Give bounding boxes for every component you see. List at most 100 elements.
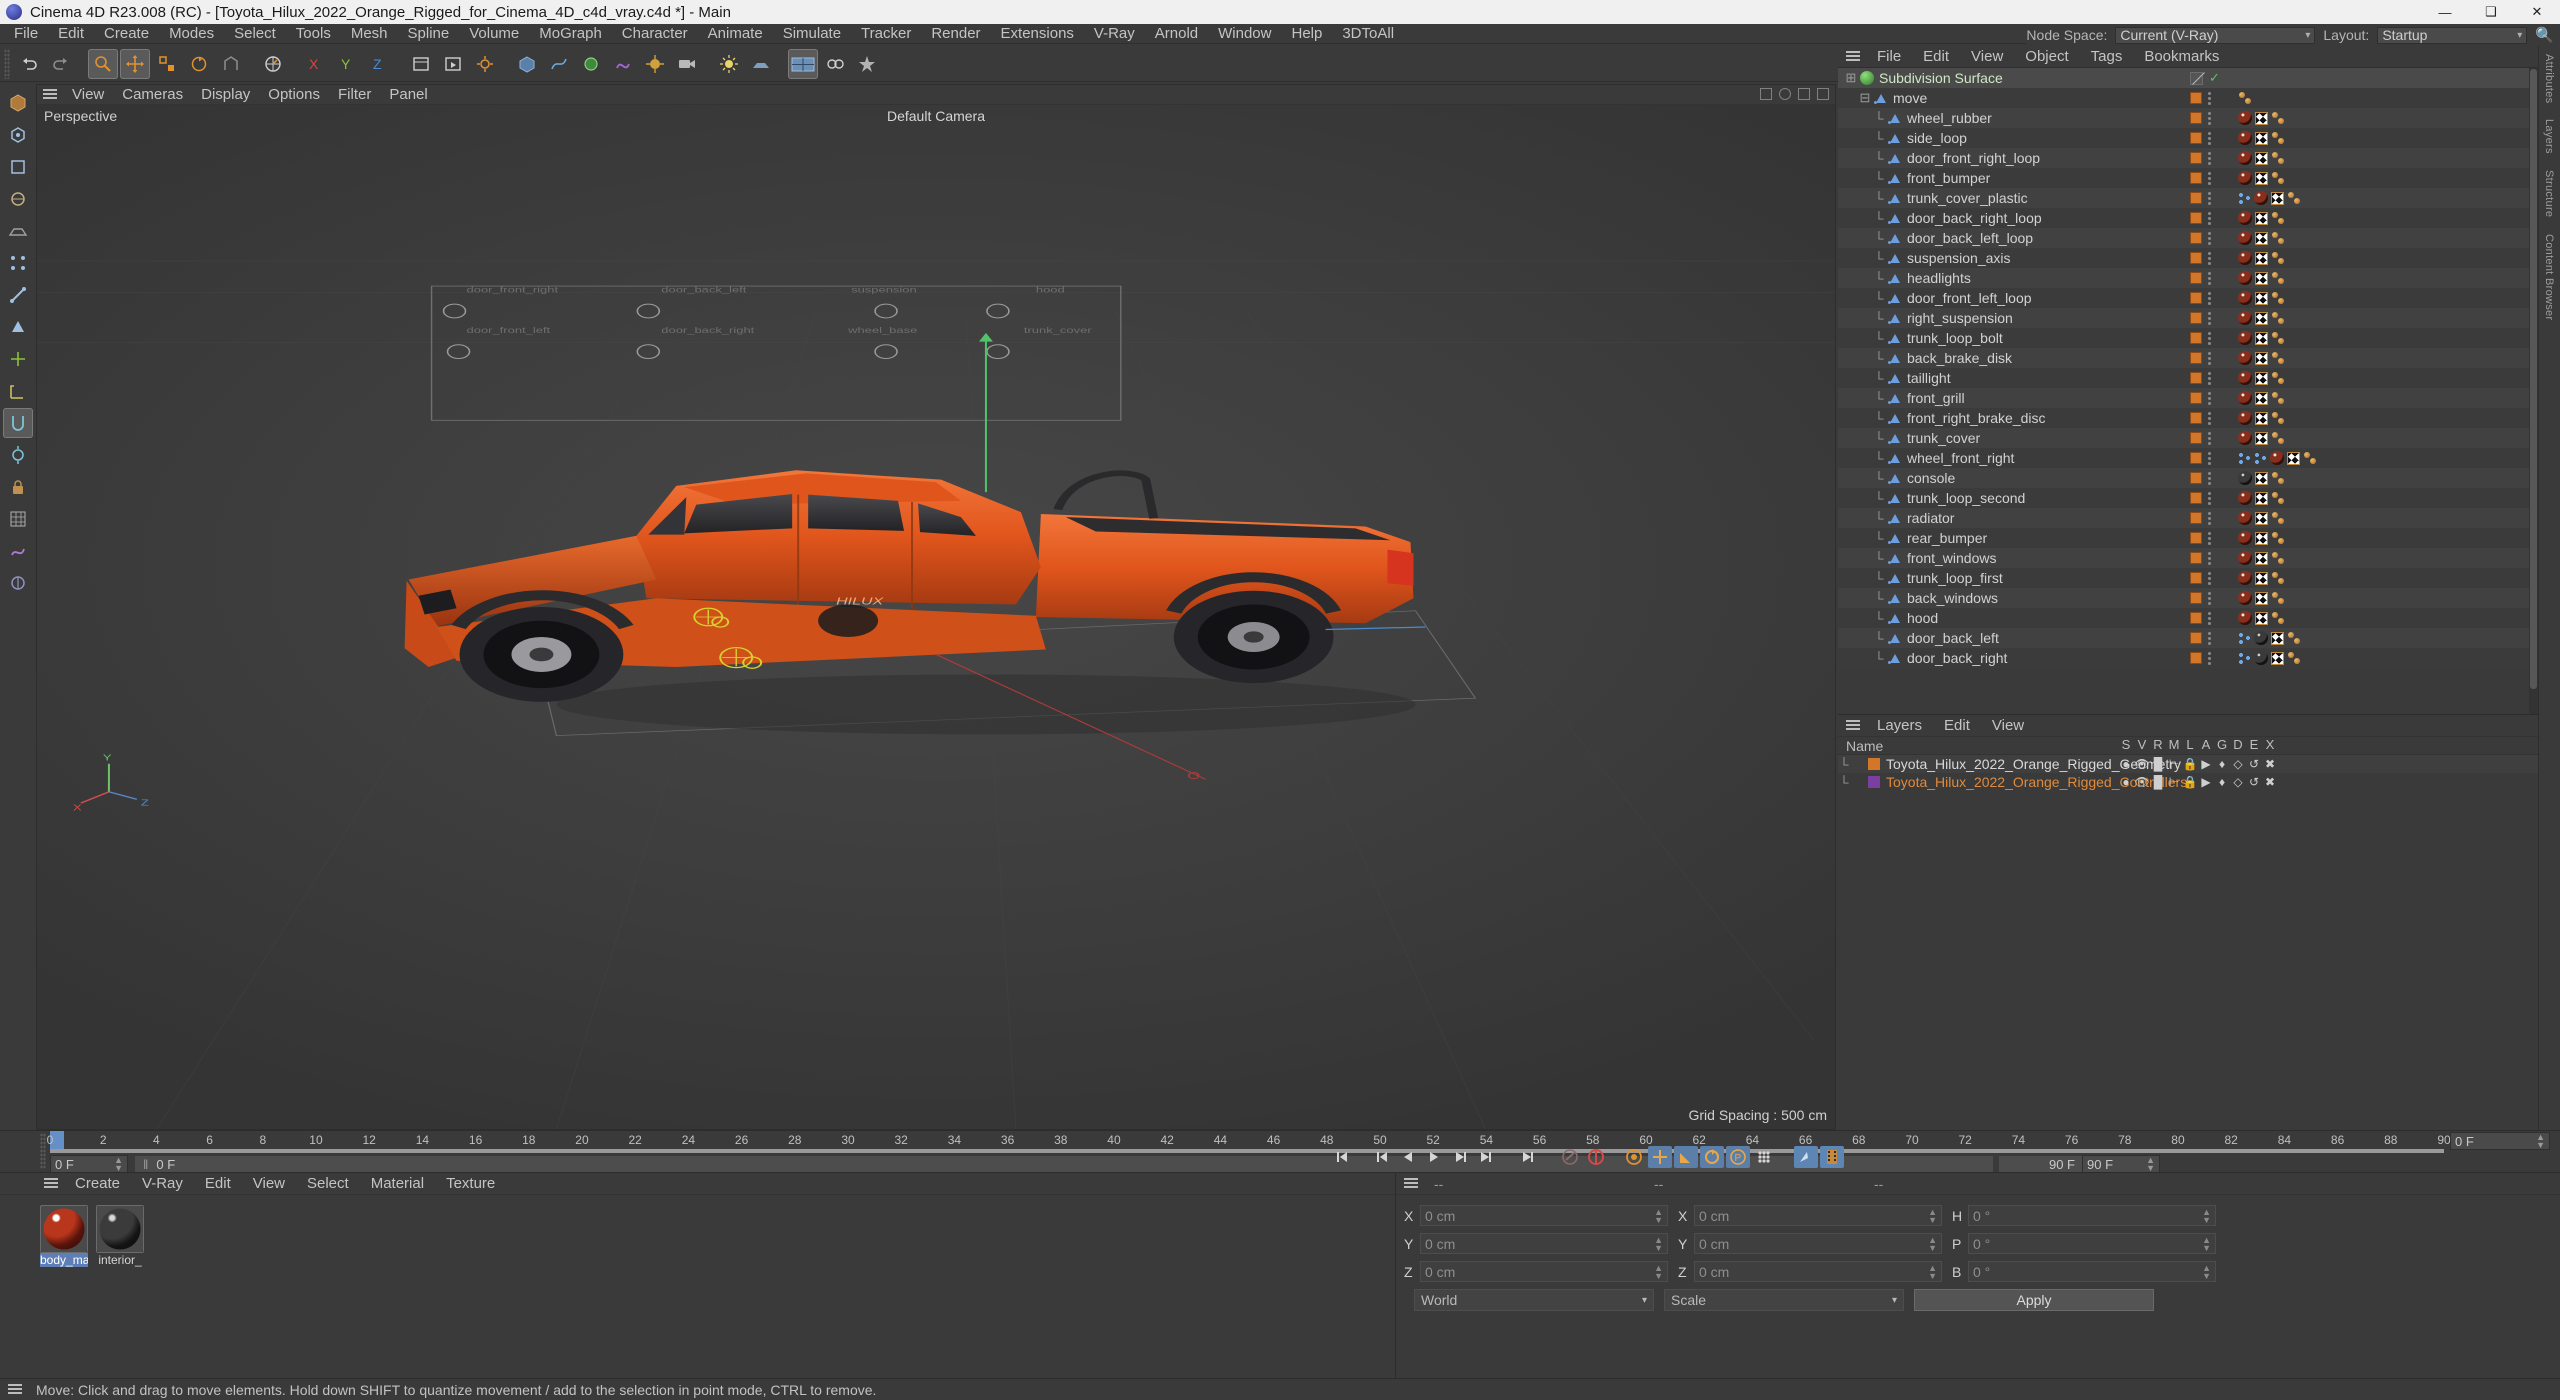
material-tag[interactable] [2238, 331, 2252, 345]
phong-tag[interactable] [2271, 491, 2286, 505]
phong-tag[interactable] [2271, 211, 2286, 225]
menu-mograph[interactable]: MoGraph [529, 24, 612, 44]
material-tag[interactable] [2238, 391, 2252, 405]
key-rotation-button[interactable] [1700, 1146, 1724, 1168]
menu-spline[interactable]: Spline [398, 24, 460, 44]
solo-dot-icon[interactable]: ● [2118, 757, 2134, 771]
undo-button[interactable] [14, 49, 44, 79]
spinner-icon[interactable]: ▲ ▼ [2202, 1235, 2211, 1252]
mm-menu-edit[interactable]: Edit [194, 1175, 242, 1192]
viewport-layout-button[interactable] [788, 48, 818, 79]
uvw-tag[interactable] [2255, 571, 2268, 585]
polygons-mode-button[interactable] [3, 312, 33, 342]
phong-tag[interactable] [2271, 331, 2286, 345]
spinner-icon[interactable]: ▲ ▼ [1928, 1235, 1937, 1252]
object-row[interactable]: └ front_grill [1838, 388, 2538, 408]
material-tag[interactable] [2238, 411, 2252, 425]
phong-tag[interactable] [2271, 151, 2286, 165]
phong-tag[interactable] [2287, 191, 2302, 205]
coordinate-system-select[interactable]: World ▾ [1414, 1289, 1654, 1311]
material-tag[interactable] [2238, 351, 2252, 365]
spinner-icon[interactable]: ▲ ▼ [1654, 1263, 1663, 1280]
tree-expander-icon[interactable]: └ [1872, 571, 1886, 586]
tree-expander-icon[interactable]: └ [1872, 431, 1886, 446]
material-tag[interactable] [2238, 591, 2252, 605]
uvw-tag[interactable] [2255, 171, 2268, 185]
object-row[interactable]: └ door_back_left [1838, 628, 2538, 648]
object-row[interactable]: └ radiator [1838, 508, 2538, 528]
layers-menu-layers[interactable]: Layers [1866, 717, 1933, 734]
tree-expander-icon[interactable]: └ [1872, 551, 1886, 566]
display-color-tag[interactable] [2190, 572, 2202, 584]
display-color-tag[interactable] [2190, 652, 2202, 664]
display-color-tag[interactable] [2190, 132, 2202, 144]
material-tag[interactable] [2238, 471, 2252, 485]
eye-icon[interactable]: 👁 [2134, 775, 2150, 789]
points-mode-button[interactable] [3, 248, 33, 278]
enable-axis-modification-button[interactable] [3, 376, 33, 406]
viewport-single-view-icon[interactable] [1760, 88, 1772, 100]
tree-expander-icon[interactable]: └ [1872, 371, 1886, 386]
xpresso-tag[interactable] [2238, 192, 2251, 205]
display-color-tag[interactable] [2190, 592, 2202, 604]
manager-icon[interactable]: ⊢ [2166, 775, 2182, 789]
spinner-icon[interactable]: ▲ ▼ [2202, 1207, 2211, 1224]
hamburger-icon[interactable] [1846, 720, 1860, 731]
tree-expander-icon[interactable]: └ [1872, 291, 1886, 306]
uvw-tag[interactable] [2255, 331, 2268, 345]
lock-icon[interactable]: 🔒 [2182, 757, 2198, 771]
mm-menu-vray[interactable]: V-Ray [131, 1175, 194, 1192]
object-row[interactable]: └ rear_bumper [1838, 528, 2538, 548]
om-menu-edit[interactable]: Edit [1912, 48, 1960, 65]
rotation-input-2[interactable]: 0 ° ▲ ▼ [1968, 1261, 2216, 1282]
material-tag[interactable] [2238, 511, 2252, 525]
solo-dot-icon[interactable]: ● [2118, 775, 2134, 789]
tree-expander-icon[interactable]: └ [1838, 757, 1850, 772]
play-button[interactable] [1422, 1146, 1446, 1168]
tree-expander-icon[interactable]: └ [1872, 531, 1886, 546]
timeline-grip[interactable] [40, 1133, 46, 1169]
material-tag[interactable] [2238, 251, 2252, 265]
end-frame-field[interactable]: 90 F ▲ ▼ [2082, 1155, 2160, 1173]
hamburger-icon[interactable] [44, 1178, 58, 1189]
add-generator-button[interactable] [576, 49, 606, 79]
generators-icon[interactable]: ♦ [2214, 757, 2230, 771]
uvw-tag[interactable] [2255, 291, 2268, 305]
material-tag[interactable] [2238, 611, 2252, 625]
object-row[interactable]: └ right_suspension [1838, 308, 2538, 328]
mm-menu-texture[interactable]: Texture [435, 1175, 506, 1192]
tree-expander-icon[interactable]: └ [1872, 311, 1886, 326]
tree-expander-icon[interactable]: └ [1872, 511, 1886, 526]
content-browser-button[interactable] [852, 49, 882, 79]
tree-expander-icon[interactable]: └ [1872, 471, 1886, 486]
timeline-current-frame-field[interactable]: 0 F ▲ ▼ [2450, 1132, 2550, 1150]
position-input-1[interactable]: 0 cm ▲ ▼ [1420, 1233, 1668, 1254]
add-cube-button[interactable] [512, 49, 542, 79]
object-tree[interactable]: ⊞ Subdivision Surface ✓ ⊟ move └ wheel_rubber └… [1838, 68, 2538, 714]
motion-recording-button[interactable] [1794, 1146, 1818, 1168]
object-row[interactable]: └ hood [1838, 608, 2538, 628]
menu-edit[interactable]: Edit [48, 24, 94, 44]
material-item[interactable]: interior_ [96, 1205, 144, 1267]
go-to-start-button[interactable] [1330, 1146, 1354, 1168]
material-tag[interactable] [2238, 151, 2252, 165]
visibility-tag[interactable] [2190, 71, 2203, 85]
redo-button[interactable] [46, 49, 76, 79]
xpresso-tag[interactable] [2238, 652, 2251, 665]
object-row[interactable]: └ door_front_left_loop [1838, 288, 2538, 308]
keyframe-settings-button[interactable] [1622, 1146, 1646, 1168]
menu-create[interactable]: Create [94, 24, 159, 44]
expressions-icon[interactable]: ↺ [2246, 775, 2262, 789]
object-row[interactable]: └ front_windows [1838, 548, 2538, 568]
tree-expander-icon[interactable]: └ [1872, 211, 1886, 226]
viewport-menu-display[interactable]: Display [192, 86, 259, 103]
step-back-button[interactable] [1396, 1146, 1420, 1168]
texture-grid-button[interactable] [3, 504, 33, 534]
material-list[interactable]: body_ma interior_ [0, 1195, 1395, 1267]
phong-tag[interactable] [2271, 411, 2286, 425]
key-pla-button[interactable] [1752, 1146, 1776, 1168]
display-color-tag[interactable] [2190, 292, 2202, 304]
layout-select[interactable]: Startup ▾ [2377, 26, 2528, 44]
spinner-icon[interactable]: ▲ ▼ [1654, 1207, 1663, 1224]
go-to-end-button[interactable] [1516, 1146, 1540, 1168]
